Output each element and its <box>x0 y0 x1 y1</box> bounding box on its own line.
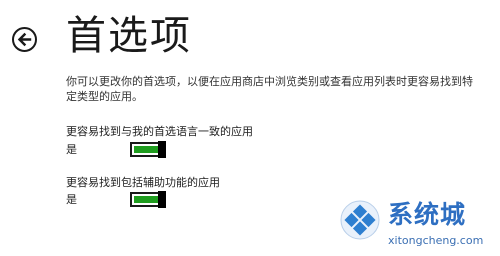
back-button[interactable] <box>11 26 38 53</box>
toggle-thumb <box>158 191 166 208</box>
setting-state-preferred-language: 是 <box>66 143 77 156</box>
toggle-preferred-language[interactable] <box>130 141 166 158</box>
setting-state-accessibility: 是 <box>66 193 77 206</box>
setting-label-accessibility: 更容易找到包括辅助功能的应用 <box>66 176 220 189</box>
windows-logo-icon <box>340 200 380 240</box>
watermark: 系统城 xitongcheng.com <box>332 196 500 256</box>
watermark-name: 系统城 <box>388 200 467 229</box>
preferences-page: 首选项 你可以更改你的首选项，以便在应用商店中浏览类别或查看应用列表时更容易找到… <box>0 0 500 256</box>
watermark-domain: xitongcheng.com <box>388 234 484 247</box>
toggle-fill <box>134 196 158 203</box>
toggle-accessibility[interactable] <box>130 191 166 208</box>
toggle-fill <box>134 146 158 153</box>
page-title: 首选项 <box>66 13 192 59</box>
toggle-thumb <box>158 141 166 158</box>
back-arrow-icon <box>12 27 37 52</box>
page-description: 你可以更改你的首选项，以便在应用商店中浏览类别或查看应用列表时更容易找到特定类型… <box>66 75 473 103</box>
setting-label-preferred-language: 更容易找到与我的首选语言一致的应用 <box>66 125 253 138</box>
